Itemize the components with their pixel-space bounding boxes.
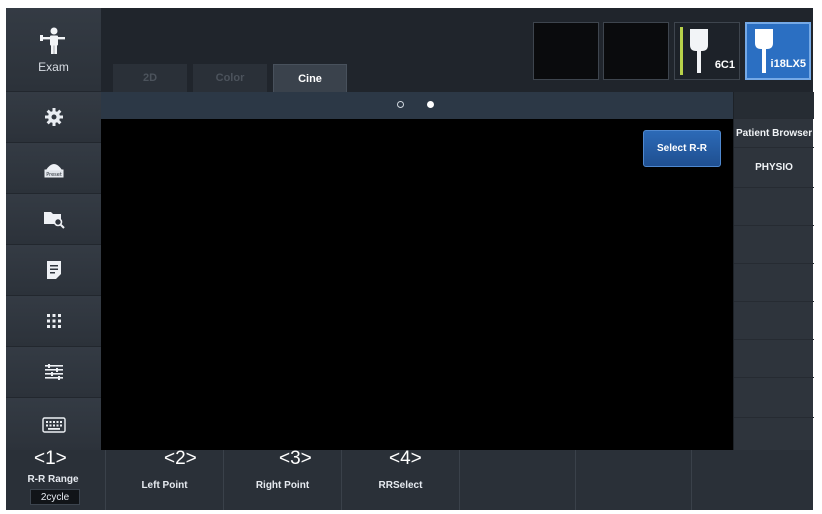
bottom-control-bar: <1> R-R Range 2cycle <2> Left Point <3> … xyxy=(6,448,813,510)
control-number-4: <4> xyxy=(389,448,422,469)
probe-slot-2[interactable] xyxy=(603,22,669,80)
list-button[interactable] xyxy=(6,347,101,398)
left-point-label: Left Point xyxy=(141,480,188,491)
probe-label-6c1: 6C1 xyxy=(714,59,735,71)
apps-button[interactable] xyxy=(6,296,101,347)
image-area[interactable]: Select R-R xyxy=(101,119,733,450)
rr-range-control[interactable]: <1> R-R Range 2cycle xyxy=(6,448,106,510)
control-number-1: <1> xyxy=(34,448,67,469)
right-panel-slot[interactable] xyxy=(734,302,814,340)
empty-control-slot[interactable] xyxy=(692,450,813,510)
ultrasound-console: Exam Preset 2D Color Cine 6C1 i18LX5 Sel… xyxy=(0,0,822,514)
preset-button[interactable]: Preset xyxy=(6,143,101,194)
empty-control-slot[interactable] xyxy=(576,450,692,510)
rr-select-label: RRSelect xyxy=(378,480,423,491)
grid-icon xyxy=(46,313,62,329)
svg-text:Preset: Preset xyxy=(46,172,62,178)
left-sidebar: Exam Preset xyxy=(6,8,101,452)
right-panel: Patient Browser PHYSIO xyxy=(733,92,814,450)
exam-button[interactable]: Exam xyxy=(6,8,101,92)
rr-range-label: R-R Range xyxy=(27,474,79,485)
right-panel-slot[interactable] xyxy=(734,188,814,226)
top-bar: 2D Color Cine 6C1 i18LX5 xyxy=(101,8,813,92)
rr-range-value[interactable]: 2cycle xyxy=(30,489,80,505)
list-icon xyxy=(44,363,64,381)
folder-search-icon xyxy=(43,209,65,229)
patient-browser-button[interactable]: Patient Browser xyxy=(734,119,814,148)
settings-button[interactable] xyxy=(6,92,101,143)
patient-folder-button[interactable] xyxy=(6,194,101,245)
probe-slot-1[interactable] xyxy=(533,22,599,80)
keyboard-icon xyxy=(41,417,66,433)
right-panel-slot[interactable] xyxy=(734,378,814,418)
page-indicator xyxy=(101,92,733,119)
page-dot-inactive[interactable] xyxy=(397,101,404,108)
right-point-label: Right Point xyxy=(255,480,310,491)
probe-slot-6c1[interactable]: 6C1 xyxy=(674,22,740,80)
probe-accent-bar xyxy=(680,27,683,75)
tab-2d[interactable]: 2D xyxy=(113,64,187,92)
right-panel-header xyxy=(734,92,814,119)
rr-select-control[interactable]: <4> RRSelect xyxy=(342,448,460,510)
probe-label-i18lx5: i18LX5 xyxy=(770,58,806,70)
page-dot-active[interactable] xyxy=(427,101,434,108)
right-panel-slot[interactable] xyxy=(734,340,814,378)
right-panel-slot[interactable] xyxy=(734,226,814,264)
right-point-control[interactable]: <3> Right Point xyxy=(224,448,342,510)
preset-icon: Preset xyxy=(43,157,65,179)
keyboard-button[interactable] xyxy=(6,398,101,452)
exam-icon xyxy=(39,26,69,56)
tab-color[interactable]: Color xyxy=(193,64,267,92)
exam-label: Exam xyxy=(38,59,69,74)
probe-icon xyxy=(687,27,711,80)
probe-slot-i18lx5[interactable]: i18LX5 xyxy=(745,22,811,80)
control-number-3: <3> xyxy=(279,448,312,469)
tab-cine[interactable]: Cine xyxy=(273,64,347,92)
physio-button[interactable]: PHYSIO xyxy=(734,148,814,188)
probe-icon xyxy=(753,27,775,80)
gear-icon xyxy=(44,107,64,127)
report-button[interactable] xyxy=(6,245,101,296)
select-rr-button[interactable]: Select R-R xyxy=(643,130,721,167)
right-panel-slot[interactable] xyxy=(734,264,814,302)
empty-control-slot[interactable] xyxy=(460,450,576,510)
control-number-2: <2> xyxy=(164,448,197,469)
report-icon xyxy=(46,260,62,280)
left-point-control[interactable]: <2> Left Point xyxy=(106,448,224,510)
